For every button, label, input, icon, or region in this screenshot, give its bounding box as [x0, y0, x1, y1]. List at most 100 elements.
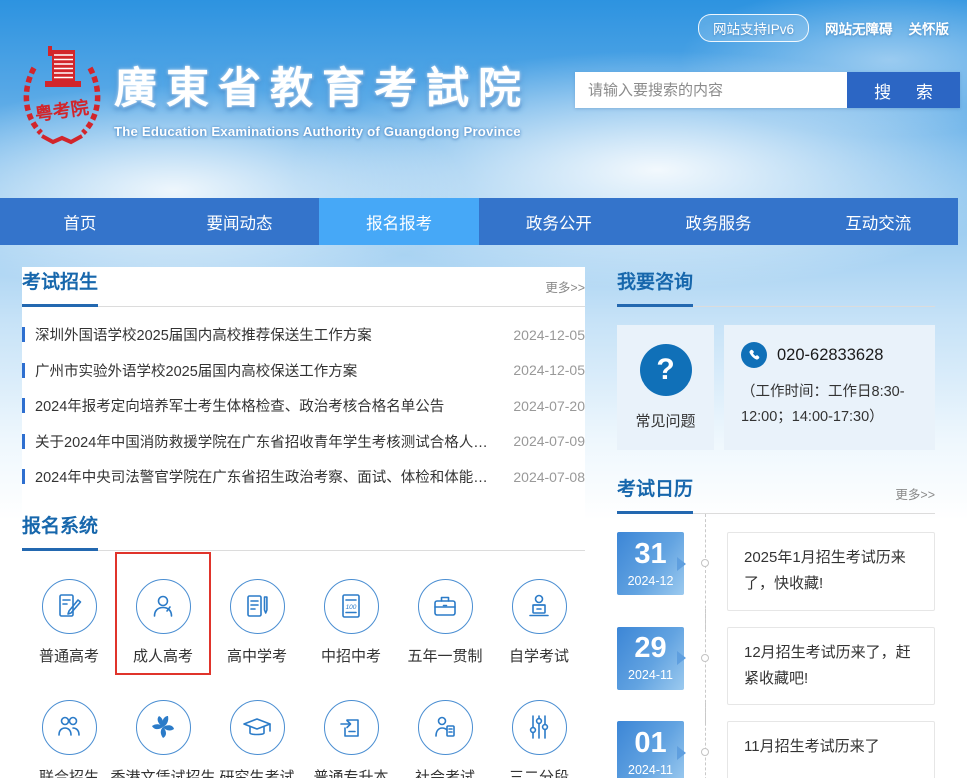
news-date: 2024-12-05 — [513, 362, 585, 378]
briefcase-icon — [430, 591, 460, 621]
news-section-header: 考试招生 更多>> — [22, 267, 585, 307]
news-title: 深圳外国语学校2025届国内高校推荐保送生工作方案 — [35, 324, 513, 345]
consult-cards: ? 常见问题 020-62833628 （工作时间：工作日8:30-12:00；… — [617, 325, 935, 450]
timeline-track — [684, 532, 727, 611]
right-column: 我要咨询 ? 常见问题 020-62833628 （工作时间：工作日8:30-1… — [617, 267, 935, 778]
system-item-zhuanshengben[interactable]: 普通专升本 — [304, 674, 398, 778]
news-section-title: 考试招生 — [22, 267, 98, 307]
main-content: 考试招生 更多>> 深圳外国语学校2025届国内高校推荐保送生工作方案 2024… — [0, 245, 958, 778]
news-date: 2024-12-05 — [513, 327, 585, 343]
system-label: 普通高考 — [39, 645, 99, 666]
care-version-link[interactable]: 关怀版 — [909, 18, 950, 38]
news-row[interactable]: 关于2024年中国消防救援学院在广东省招收青年学生考核测试合格人员名单... 2… — [22, 424, 585, 460]
adult-person-icon — [148, 591, 178, 621]
nav-item-gov-info[interactable]: 政务公开 — [479, 198, 639, 245]
bullet-bar-icon — [22, 469, 25, 484]
news-row[interactable]: 广州市实验外语学校2025届国内高校保送工作方案 2024-12-05 — [22, 353, 585, 389]
people-group-icon — [54, 712, 84, 742]
system-item-joint-admission[interactable]: 联合招生 — [22, 674, 116, 778]
system-item-self-study[interactable]: 自学考试 — [492, 553, 586, 674]
svg-text:100: 100 — [346, 604, 357, 611]
system-label: 香港文凭试招生 — [111, 766, 216, 778]
calendar-day: 29 — [634, 634, 666, 663]
calendar-entry: 29 2024-11 12月招生考试历来了，赶紧收藏吧! — [617, 627, 935, 706]
main-nav: 首页 要闻动态 报名报考 政务公开 政务服务 互动交流 — [0, 198, 958, 245]
calendar-list: 31 2024-12 2025年1月招生考试历来了，快收藏! 29 2024-1… — [617, 532, 935, 778]
news-row[interactable]: 深圳外国语学校2025届国内高校推荐保送生工作方案 2024-12-05 — [22, 317, 585, 353]
systems-section-header: 报名系统 — [22, 511, 585, 551]
system-item-high-school-exam[interactable]: 高中学考 — [210, 553, 304, 674]
nav-item-news[interactable]: 要闻动态 — [160, 198, 320, 245]
system-label: 联合招生 — [39, 766, 99, 778]
calendar-card[interactable]: 12月招生考试历来了，赶紧收藏吧! — [727, 627, 935, 706]
timeline-dot-icon — [701, 748, 709, 756]
calendar-date-badge: 29 2024-11 — [617, 627, 684, 690]
news-title: 广州市实验外语学校2025届国内高校保送工作方案 — [35, 360, 513, 381]
phone-icon — [741, 342, 767, 368]
search-button[interactable]: 搜 索 — [847, 72, 960, 108]
brand: 廣東省教育考試院 The Education Examinations Auth… — [114, 54, 534, 139]
search-input[interactable] — [575, 72, 847, 108]
faq-label: 常见问题 — [635, 410, 695, 431]
bullet-bar-icon — [22, 398, 25, 413]
calendar-entry: 01 2024-11 11月招生考试历来了 — [617, 721, 935, 778]
system-item-postgraduate[interactable]: 研究生考试 — [210, 674, 304, 778]
graduation-cap-icon — [241, 712, 273, 742]
timeline-dot-icon — [701, 559, 709, 567]
calendar-card[interactable]: 2025年1月招生考试历来了，快收藏! — [727, 532, 935, 611]
faq-card[interactable]: ? 常见问题 — [617, 325, 714, 450]
calendar-more-link[interactable]: 更多>> — [895, 484, 935, 513]
system-item-zhongkao[interactable]: 100 中招中考 — [304, 553, 398, 674]
phone-hours: （工作时间：工作日8:30-12:00；14:00-17:30） — [741, 380, 927, 431]
bullet-bar-icon — [22, 434, 25, 449]
bullet-bar-icon — [22, 327, 25, 342]
calendar-section-title: 考试日历 — [617, 474, 693, 514]
system-label: 三二分段 — [509, 766, 569, 778]
calendar-card[interactable]: 11月招生考试历来了 — [727, 721, 935, 778]
nav-item-registration[interactable]: 报名报考 — [319, 198, 479, 245]
phone-number: 020-62833628 — [777, 346, 883, 365]
news-more-link[interactable]: 更多>> — [545, 277, 585, 306]
system-item-adult-gaokao[interactable]: 成人高考 — [116, 553, 210, 674]
system-label: 普通专升本 — [313, 766, 388, 778]
calendar-section-header: 考试日历 更多>> — [617, 474, 935, 514]
news-date: 2024-07-08 — [513, 469, 585, 485]
systems-section-title: 报名系统 — [22, 511, 98, 551]
question-icon: ? — [640, 344, 692, 396]
arrow-doc-icon — [336, 712, 366, 742]
calendar-entry: 31 2024-12 2025年1月招生考试历来了，快收藏! — [617, 532, 935, 611]
system-item-gaokao[interactable]: 普通高考 — [22, 553, 116, 674]
calendar-date-badge: 31 2024-12 — [617, 532, 684, 595]
systems-grid: 普通高考 成人高考 高中学考 100 — [22, 553, 585, 778]
news-date: 2024-07-09 — [513, 433, 585, 449]
calendar-month: 2024-11 — [628, 763, 673, 777]
system-item-hkdse[interactable]: 香港文凭试招生 — [116, 674, 210, 778]
gdeea-logo-icon: 粤考院 — [18, 42, 106, 148]
timeline-track — [684, 721, 727, 778]
timeline-dot-icon — [701, 654, 709, 662]
accessibility-link[interactable]: 网站无障碍 — [825, 18, 893, 38]
nav-item-interaction[interactable]: 互动交流 — [798, 198, 958, 245]
system-item-five-year[interactable]: 五年一贯制 — [398, 553, 492, 674]
system-item-social-exam[interactable]: 社会考试 — [398, 674, 492, 778]
doc-pen-icon — [242, 591, 272, 621]
nav-item-gov-services[interactable]: 政务服务 — [639, 198, 799, 245]
person-laptop-icon — [524, 591, 554, 621]
news-row[interactable]: 2024年中央司法警官学院在广东省招生政治考察、面试、体检和体能测试合... 2… — [22, 459, 585, 495]
bullet-bar-icon — [22, 363, 25, 378]
consult-section-header: 我要咨询 — [617, 267, 935, 307]
left-column: 考试招生 更多>> 深圳外国语学校2025届国内高校推荐保送生工作方案 2024… — [22, 267, 585, 778]
calendar-month: 2024-11 — [628, 668, 673, 682]
news-title: 2024年中央司法警官学院在广东省招生政治考察、面试、体检和体能测试合... — [35, 466, 513, 487]
nav-item-home[interactable]: 首页 — [0, 198, 160, 245]
news-row[interactable]: 2024年报考定向培养军士考生体格检查、政治考核合格名单公告 2024-07-2… — [22, 388, 585, 424]
news-date: 2024-07-20 — [513, 398, 585, 414]
system-label: 自学考试 — [509, 645, 569, 666]
system-label: 中招中考 — [321, 645, 381, 666]
logo-text: 粤考院 — [34, 96, 90, 124]
ipv6-badge[interactable]: 网站支持IPv6 — [698, 14, 809, 42]
system-item-three-two[interactable]: 三二分段 — [492, 674, 586, 778]
search-bar: 搜 索 — [575, 72, 960, 108]
news-title: 2024年报考定向培养军士考生体格检查、政治考核合格名单公告 — [35, 395, 513, 416]
system-label: 社会考试 — [415, 766, 475, 778]
